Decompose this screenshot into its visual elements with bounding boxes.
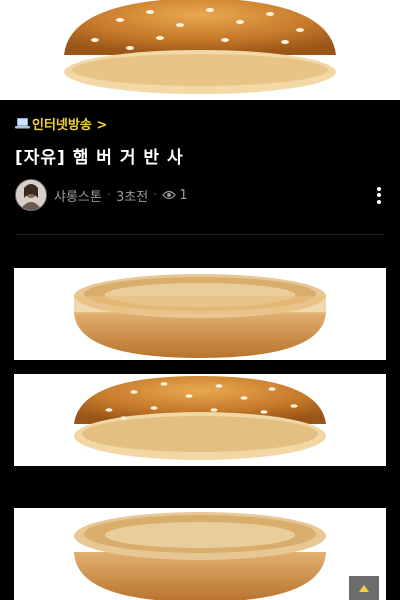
- separator-dot: ·: [153, 187, 158, 203]
- board-link[interactable]: 인터넷방송 >: [15, 113, 107, 133]
- laptop-icon: [15, 117, 30, 128]
- eye-icon: [162, 190, 177, 200]
- more-dot: [377, 193, 381, 197]
- board-name: 인터넷방송 >: [32, 117, 108, 133]
- avatar[interactable]: [15, 179, 47, 211]
- separator-dot: ·: [106, 187, 111, 203]
- divider: [15, 234, 385, 235]
- post-title: [자유] 햄 버 거 반 사: [15, 148, 184, 168]
- scroll-to-top-button[interactable]: [349, 576, 379, 600]
- author-name[interactable]: 샤롱스톤: [54, 186, 102, 205]
- content-image-bottom-bun-2[interactable]: [14, 508, 386, 600]
- top-bun-image: [0, 0, 400, 100]
- content-image-top-bun[interactable]: [14, 374, 386, 466]
- view-count: 1: [179, 187, 188, 203]
- arrow-up-icon: [359, 584, 369, 592]
- author-row: 샤롱스톤 · 3초전 · 1: [15, 179, 385, 211]
- more-options-button[interactable]: [373, 185, 385, 205]
- content-image-bottom-bun[interactable]: [14, 268, 386, 360]
- post-meta: 샤롱스톤 · 3초전 · 1: [54, 186, 188, 205]
- more-dot: [377, 199, 381, 204]
- more-dot: [377, 186, 381, 191]
- post-time: 3초전: [115, 189, 149, 205]
